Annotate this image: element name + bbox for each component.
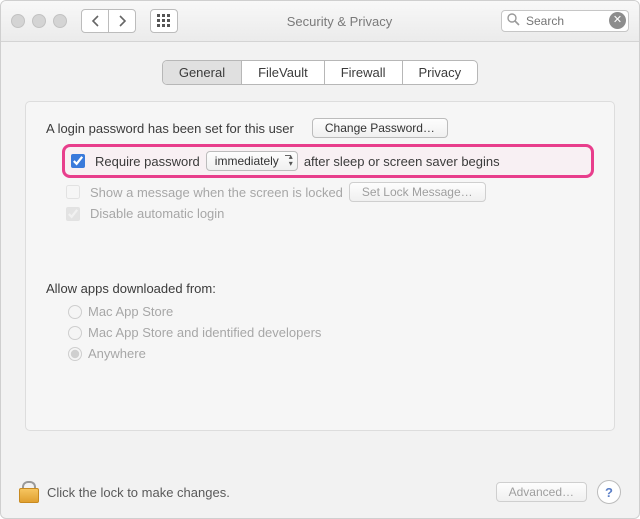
chevron-right-icon: [118, 15, 127, 27]
advanced-button[interactable]: Advanced…: [496, 482, 587, 502]
login-password-row: A login password has been set for this u…: [46, 118, 594, 138]
close-icon[interactable]: [11, 14, 25, 28]
clear-search-icon[interactable]: ✕: [609, 12, 626, 29]
chevron-left-icon: [91, 15, 100, 27]
radio-appstore-label: Mac App Store: [88, 304, 173, 319]
disable-auto-login-checkbox: [66, 207, 80, 221]
show-all-button[interactable]: [150, 9, 178, 33]
require-password-checkbox[interactable]: [71, 154, 85, 168]
require-password-delay-select[interactable]: immediately ▴▾: [206, 151, 298, 171]
tab-filevault[interactable]: FileVault: [241, 61, 324, 84]
tab-general[interactable]: General: [163, 61, 241, 84]
radio-appstore: [68, 305, 82, 319]
change-password-button[interactable]: Change Password…: [312, 118, 448, 138]
gatekeeper-options: Mac App Store Mac App Store and identifi…: [68, 304, 594, 361]
help-button[interactable]: ?: [597, 480, 621, 504]
gatekeeper-opt-appstore: Mac App Store: [68, 304, 594, 319]
show-message-row: Show a message when the screen is locked…: [66, 182, 594, 202]
prefs-window: Security & Privacy ✕ General FileVault F…: [0, 0, 640, 519]
window-title: Security & Privacy: [186, 14, 493, 29]
nav-segment: [81, 9, 136, 33]
lock-text: Click the lock to make changes.: [47, 485, 486, 500]
require-password-label: Require password: [95, 154, 200, 169]
disable-auto-login-row: Disable automatic login: [66, 206, 594, 221]
tab-privacy[interactable]: Privacy: [402, 61, 478, 84]
require-password-suffix: after sleep or screen saver begins: [304, 154, 500, 169]
radio-anywhere: [68, 347, 82, 361]
require-password-delay-value: immediately: [215, 154, 279, 168]
radio-anywhere-label: Anywhere: [88, 346, 146, 361]
window-controls: [11, 14, 67, 28]
search-icon: [507, 13, 520, 29]
grid-icon: [157, 14, 171, 28]
forward-button[interactable]: [108, 10, 135, 32]
zoom-icon[interactable]: [53, 14, 67, 28]
disable-auto-login-label: Disable automatic login: [90, 206, 224, 221]
show-message-checkbox: [66, 185, 80, 199]
login-password-text: A login password has been set for this u…: [46, 121, 294, 136]
radio-identified: [68, 326, 82, 340]
back-button[interactable]: [82, 10, 108, 32]
radio-identified-label: Mac App Store and identified developers: [88, 325, 321, 340]
gatekeeper-opt-anywhere: Anywhere: [68, 346, 594, 361]
gatekeeper-section: Allow apps downloaded from: Mac App Stor…: [46, 281, 594, 361]
tab-strip: General FileVault Firewall Privacy: [1, 60, 639, 85]
tab-firewall[interactable]: Firewall: [324, 61, 402, 84]
search-wrap: ✕: [501, 10, 629, 32]
set-lock-message-button: Set Lock Message…: [349, 182, 486, 202]
titlebar: Security & Privacy ✕: [1, 1, 639, 42]
footer: Click the lock to make changes. Advanced…: [1, 470, 639, 518]
minimize-icon[interactable]: [32, 14, 46, 28]
tabs: General FileVault Firewall Privacy: [162, 60, 478, 85]
gatekeeper-heading: Allow apps downloaded from:: [46, 281, 594, 296]
gatekeeper-opt-identified: Mac App Store and identified developers: [68, 325, 594, 340]
require-password-row: Require password immediately ▴▾ after sl…: [62, 144, 594, 178]
show-message-label: Show a message when the screen is locked: [90, 185, 343, 200]
lock-icon[interactable]: [19, 481, 37, 503]
select-arrows-icon: ▴▾: [289, 153, 293, 167]
general-pane: A login password has been set for this u…: [25, 101, 615, 431]
